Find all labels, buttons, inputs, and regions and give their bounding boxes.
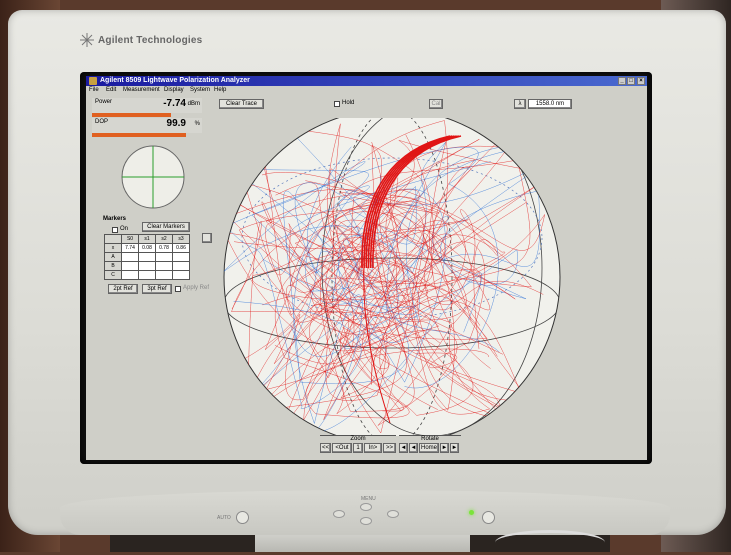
auto-label: AUTO (217, 515, 231, 521)
menu-file[interactable]: File (89, 86, 99, 95)
row-label: A (104, 252, 122, 262)
window-title: Agilent 8509 Lightwave Polarization Anal… (100, 77, 250, 84)
table-cell (155, 261, 173, 271)
monitor-stand (255, 535, 470, 552)
menu-help[interactable]: Help (214, 86, 226, 95)
dop-label: DOP (95, 119, 109, 125)
dop-unit: % (194, 121, 200, 127)
rotate-right-button[interactable]: ► (440, 443, 449, 453)
rotate-left-fast-button[interactable]: ◄ (399, 443, 408, 453)
table-cell (155, 270, 173, 280)
table-cell: 7.74 (121, 243, 139, 253)
power-led (469, 510, 474, 515)
markers-col-s0: S0 (121, 234, 139, 244)
menu-bar: File Edit Measurement Display System Hel… (86, 86, 647, 95)
marker-nav-button[interactable] (202, 233, 212, 243)
markers-col-s1: s1 (138, 234, 156, 244)
power-button[interactable] (482, 511, 495, 524)
menu-label: MENU (361, 496, 376, 502)
table-row[interactable]: A (104, 252, 190, 262)
close-button[interactable]: × (637, 77, 645, 85)
zoom-out-max-button[interactable]: << (320, 443, 331, 453)
agilent-spark-icon (80, 33, 94, 47)
power-readout: Power -7.74 dBm (92, 98, 202, 113)
minimize-button[interactable]: _ (618, 77, 626, 85)
menu-up-button[interactable] (360, 503, 372, 511)
markers-table: S0 s1 s2 s3 x 7.74 0.08 0.78 0.86 A B C (104, 234, 190, 280)
table-cell (121, 270, 139, 280)
table-row[interactable]: C (104, 270, 190, 280)
dop-value: 99.9 (166, 118, 186, 129)
power-bar (92, 113, 171, 117)
power-value: -7.74 (163, 98, 186, 109)
zoom-label: Zoom (320, 435, 396, 442)
clear-trace-button[interactable]: Clear Trace (219, 99, 264, 109)
table-cell (121, 261, 139, 271)
hold-label: Hold (342, 100, 355, 106)
cable (495, 530, 605, 555)
table-cell (172, 270, 190, 280)
table-cell (138, 261, 156, 271)
monitor-brand: Agilent Technologies (98, 35, 203, 46)
auto-button[interactable] (236, 511, 249, 524)
clear-markers-button[interactable]: Clear Markers (142, 222, 190, 232)
table-cell: 0.08 (138, 243, 156, 253)
maximize-button[interactable]: □ (627, 77, 635, 85)
wavelength-button[interactable]: λ (514, 99, 526, 109)
row-label: C (104, 270, 122, 280)
menu-left-button[interactable] (333, 510, 345, 518)
menu-system[interactable]: System (190, 86, 210, 95)
three-pt-ref-button[interactable]: 3pt Ref (142, 284, 172, 294)
table-cell (172, 252, 190, 262)
apply-ref-label: Apply Ref (183, 285, 210, 291)
apply-ref-checkbox[interactable] (175, 286, 181, 292)
rotate-right-fast-button[interactable]: ► (450, 443, 459, 453)
markers-col-s3: s3 (172, 234, 190, 244)
markers-title: Markers (103, 216, 127, 222)
wavelength-field[interactable]: 1558.0 nm (528, 99, 572, 109)
power-label: Power (95, 99, 113, 105)
hold-checkbox[interactable] (334, 101, 340, 107)
poincare-sphere[interactable] (222, 118, 562, 436)
rotate-home-button[interactable]: Home (419, 443, 439, 453)
zoom-in-max-button[interactable]: >> (383, 443, 396, 453)
menu-measurement[interactable]: Measurement (123, 86, 160, 95)
markers-col-s2: s2 (155, 234, 173, 244)
table-row[interactable]: x 7.74 0.08 0.78 0.86 (104, 243, 190, 253)
app-icon (89, 77, 97, 85)
dop-bar (92, 133, 186, 137)
app-window: Agilent 8509 Lightwave Polarization Anal… (86, 76, 647, 460)
table-cell (138, 270, 156, 280)
markers-on-checkbox[interactable] (112, 227, 118, 233)
menu-right-button[interactable] (387, 510, 399, 518)
menu-down-button[interactable] (360, 517, 372, 525)
rotate-label: Rotate (399, 435, 461, 442)
zoom-in-button[interactable]: In> (364, 443, 382, 453)
table-cell: 0.86 (172, 243, 190, 253)
markers-header-corner (104, 234, 122, 244)
rotate-left-button[interactable]: ◄ (409, 443, 418, 453)
power-unit: dBm (187, 101, 200, 107)
row-label: x (104, 243, 122, 253)
title-bar: Agilent 8509 Lightwave Polarization Anal… (86, 76, 647, 86)
polarization-ellipse-display (121, 145, 185, 209)
table-cell: 0.78 (155, 243, 173, 253)
menu-display[interactable]: Display (164, 86, 184, 95)
dop-readout: DOP 99.9 % (92, 118, 202, 133)
two-pt-ref-button[interactable]: 2pt Ref (108, 284, 138, 294)
cal-button[interactable]: Cal (429, 99, 443, 109)
table-cell (172, 261, 190, 271)
zoom-reset-button[interactable]: 1 (353, 443, 363, 453)
table-cell (155, 252, 173, 262)
table-row[interactable]: B (104, 261, 190, 271)
markers-on-label: On (120, 226, 129, 232)
menu-edit[interactable]: Edit (106, 86, 116, 95)
zoom-out-button[interactable]: <Out (332, 443, 352, 453)
row-label: B (104, 261, 122, 271)
table-cell (138, 252, 156, 262)
table-cell (121, 252, 139, 262)
